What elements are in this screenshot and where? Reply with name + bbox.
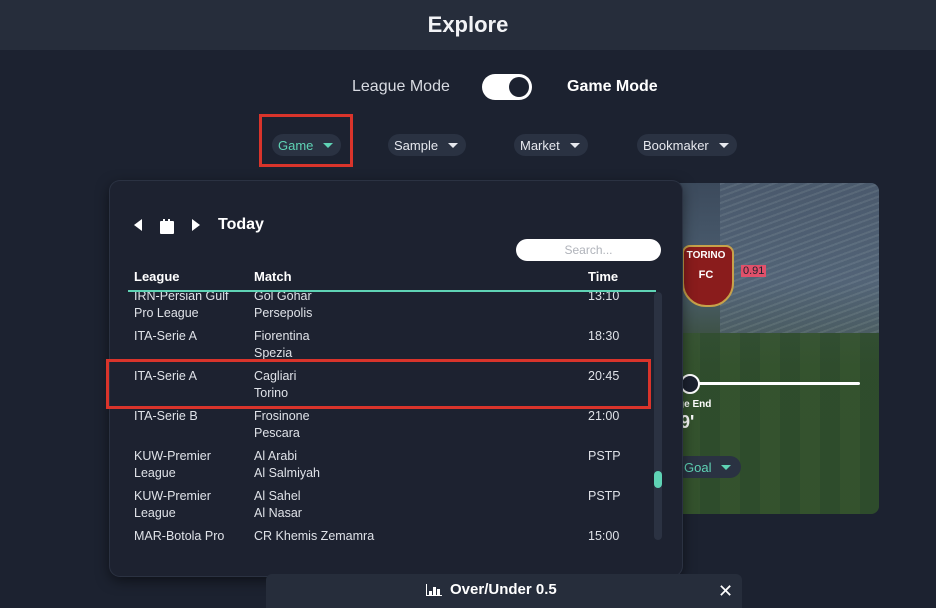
- bookmaker-filter-label: Bookmaker: [643, 137, 709, 153]
- table-row[interactable]: MAR-Botola Pro CR Khemis Zemamra 15:00: [110, 529, 655, 542]
- time-column-header: Time: [588, 269, 619, 284]
- league-cell: KUW-Premier League: [134, 489, 211, 520]
- time-slider-track[interactable]: [690, 382, 860, 385]
- prev-day-icon[interactable]: [134, 219, 142, 231]
- table-header: League Match Time: [134, 269, 654, 289]
- date-navigator: Today: [134, 215, 264, 235]
- match-cell: Al Arabi Al Salmiyah: [254, 449, 320, 480]
- match-list: IRN-Persian Gulf Pro League Gol Gohar Per…: [110, 292, 655, 542]
- page-title: Explore: [427, 12, 509, 37]
- chevron-down-icon: [721, 464, 732, 470]
- table-row[interactable]: KUW-Premier League Al Sahel Al Nasar PSTP: [110, 489, 655, 532]
- match-column-header: Match: [254, 269, 292, 284]
- top-bar: Explore: [0, 0, 936, 50]
- scrollbar-thumb[interactable]: [654, 471, 662, 488]
- league-mode-label[interactable]: League Mode: [352, 78, 450, 96]
- time-cell: 21:00: [588, 409, 620, 423]
- calendar-icon[interactable]: [160, 218, 174, 234]
- match-cell: CR Khemis Zemamra: [254, 529, 375, 542]
- table-row[interactable]: ITA-Serie B Frosinone Pescara 21:00: [110, 409, 655, 452]
- match-cell: Fiorentina Spezia: [254, 329, 310, 360]
- toggle-knob: [509, 77, 529, 97]
- time-slider-thumb[interactable]: [680, 374, 700, 394]
- league-cell: ITA-Serie B: [134, 409, 198, 423]
- time-cell: PSTP: [588, 489, 621, 503]
- match-cell: Gol Gohar Persepolis: [254, 292, 313, 320]
- mode-toggle[interactable]: [482, 74, 532, 100]
- time-cell: 15:00: [588, 529, 620, 542]
- league-cell: KUW-Premier League: [134, 449, 211, 480]
- match-cell: Frosinone Pescara: [254, 409, 310, 440]
- bookmaker-filter-dropdown[interactable]: Bookmaker: [637, 134, 737, 156]
- market-title-label: Over/Under 0.5: [450, 581, 557, 598]
- goal-dropdown-label: Goal: [684, 459, 712, 475]
- market-filter-label: Market: [520, 137, 560, 153]
- close-icon[interactable]: ✕: [718, 581, 733, 602]
- stage-end-value: 9': [680, 412, 695, 432]
- highlight-box-selected-row: [106, 359, 651, 409]
- league-cell: ITA-Serie A: [134, 329, 197, 343]
- table-row[interactable]: IRN-Persian Gulf Pro League Gol Gohar Per…: [110, 292, 655, 332]
- time-cell: 13:10: [588, 292, 620, 303]
- stage-end-label: ge End: [678, 399, 712, 410]
- odds-badge: 0.91: [741, 265, 767, 277]
- goal-dropdown[interactable]: Goal: [674, 456, 742, 478]
- sample-filter-label: Sample: [394, 137, 439, 153]
- market-filter-dropdown[interactable]: Market: [514, 134, 588, 156]
- league-column-header: League: [134, 269, 180, 284]
- next-day-icon[interactable]: [192, 219, 200, 231]
- league-cell: IRN-Persian Gulf Pro League: [134, 292, 229, 320]
- chevron-down-icon: [448, 142, 459, 148]
- market-bottom-bar: Over/Under 0.5 ✕: [266, 574, 742, 608]
- stadium-stand-image: [720, 183, 879, 333]
- game-mode-label[interactable]: Game Mode: [567, 78, 658, 96]
- match-cell: Al Sahel Al Nasar: [254, 489, 302, 520]
- search-input[interactable]: [516, 239, 661, 261]
- sample-filter-dropdown[interactable]: Sample: [388, 134, 467, 156]
- date-label: Today: [218, 216, 264, 233]
- bar-chart-icon: [426, 583, 442, 596]
- team-crest-text: TORINO FC: [686, 250, 726, 281]
- match-card: TORINO FC 0.91 ge End 9' Goal: [660, 183, 879, 514]
- time-cell: PSTP: [588, 449, 621, 463]
- league-cell: MAR-Botola Pro: [134, 529, 225, 542]
- table-row[interactable]: KUW-Premier League Al Arabi Al Salmiyah P…: [110, 449, 655, 492]
- mode-switch-row: League Mode Game Mode: [0, 74, 936, 100]
- scrollbar-track[interactable]: [654, 292, 662, 540]
- time-cell: 18:30: [588, 329, 620, 343]
- highlight-box-game-filter: [259, 114, 353, 167]
- chevron-down-icon: [718, 142, 729, 148]
- market-title: Over/Under 0.5: [426, 581, 557, 598]
- chevron-down-icon: [569, 142, 580, 148]
